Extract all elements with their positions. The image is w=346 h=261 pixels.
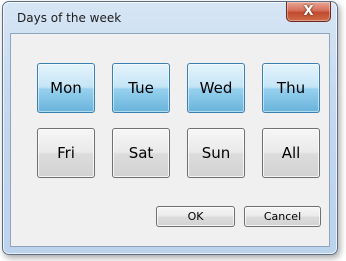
day-button-thu[interactable]: Thu: [262, 63, 320, 113]
ok-button-label: OK: [187, 210, 204, 223]
day-button-label: Wed: [199, 79, 233, 97]
cancel-button[interactable]: Cancel: [244, 206, 321, 227]
day-button-label: Sat: [128, 144, 154, 162]
close-button[interactable]: X: [286, 2, 331, 22]
dialog-content: Mon Tue Wed Thu Fri Sat Sun All OK Cance…: [10, 33, 330, 247]
cancel-button-label: Cancel: [263, 210, 302, 223]
day-button-label: All: [281, 144, 301, 162]
day-button-sun[interactable]: Sun: [187, 128, 245, 178]
day-button-fri[interactable]: Fri: [37, 128, 95, 178]
day-button-tue[interactable]: Tue: [112, 63, 170, 113]
day-button-wed[interactable]: Wed: [187, 63, 245, 113]
day-button-label: Mon: [50, 79, 82, 97]
day-button-sat[interactable]: Sat: [112, 128, 170, 178]
dialog-title: Days of the week: [17, 11, 122, 25]
ok-button[interactable]: OK: [156, 206, 235, 227]
day-button-mon[interactable]: Mon: [37, 63, 95, 113]
day-button-label: Fri: [57, 144, 75, 162]
close-icon: X: [303, 3, 314, 19]
title-bar[interactable]: Days of the week X: [3, 2, 337, 34]
day-button-label: Tue: [128, 79, 154, 97]
day-button-label: Sun: [201, 144, 231, 162]
day-button-all[interactable]: All: [262, 128, 320, 178]
day-button-label: Thu: [276, 79, 306, 97]
days-dialog: Days of the week X Mon Tue Wed Thu Fri S…: [2, 1, 338, 255]
